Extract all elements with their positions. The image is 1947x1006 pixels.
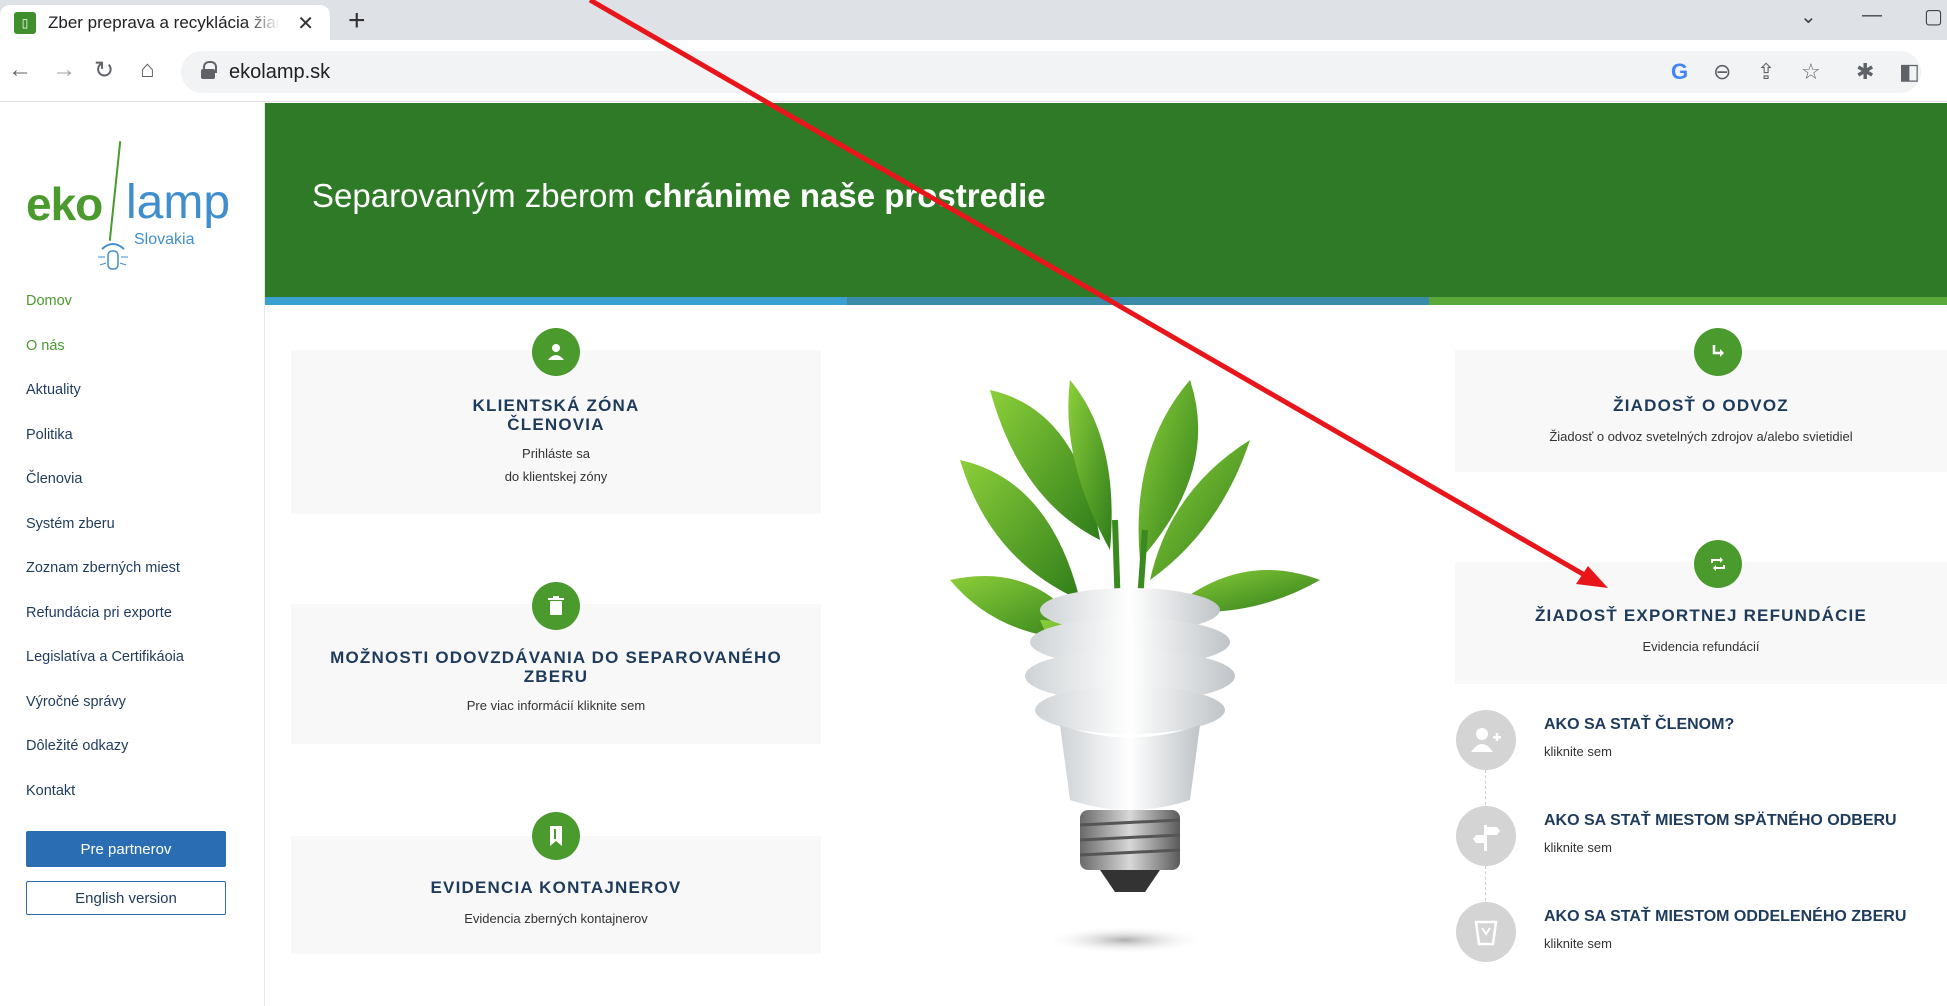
ekolamp-logo[interactable]: eko lamp Slovakia bbox=[26, 121, 236, 271]
browser-toolbar: ← → ↻ ⌂ ekolamp.sk G ⊖ ⇪ ☆ ✱ ◧ bbox=[0, 40, 1947, 102]
add-user-icon bbox=[1456, 710, 1516, 770]
step-return-link[interactable]: kliknite sem bbox=[1544, 840, 1612, 855]
tab-close-icon[interactable]: ✕ bbox=[297, 11, 314, 36]
containers-text: Evidencia zberných kontajnerov bbox=[464, 911, 648, 926]
zoom-icon[interactable]: ⊖ bbox=[1713, 59, 1731, 85]
maximize-icon[interactable]: ▢ bbox=[1924, 4, 1943, 29]
pickup-text: Žiadosť o odvoz svetelných zdrojov a/ale… bbox=[1549, 429, 1853, 444]
back-icon[interactable]: ← bbox=[8, 56, 32, 84]
separation-title-2: ZBERU bbox=[523, 667, 589, 686]
hero-headline: Separovaným zberom chránime naše prostre… bbox=[312, 177, 1046, 215]
tab-title: Zber preprava a recyklácia žiariv bbox=[48, 12, 280, 32]
menu-item-domov[interactable]: Domov bbox=[26, 293, 184, 338]
trash-icon[interactable] bbox=[532, 582, 580, 630]
user-icon[interactable] bbox=[532, 328, 580, 376]
hero-headline-bold: chránime naše prostredie bbox=[643, 177, 1046, 214]
hero-headline-normal: Separovaným zberom bbox=[312, 177, 644, 214]
url-text[interactable]: ekolamp.sk bbox=[229, 61, 330, 84]
minimize-icon[interactable]: — bbox=[1862, 4, 1882, 27]
menu-item-aktuality[interactable]: Aktuality bbox=[26, 382, 184, 427]
main-menu: Domov O nás Aktuality Politika Členovia … bbox=[26, 293, 184, 827]
logo-lamp-text: lamp bbox=[126, 176, 231, 229]
pickup-title: ŽIADOSŤ O ODVOZ bbox=[1613, 396, 1789, 415]
reload-icon[interactable]: ↻ bbox=[94, 56, 114, 85]
browser-tab[interactable]: ▯ Zber preprava a recyklácia žiariv ✕ bbox=[0, 5, 330, 40]
bin-icon bbox=[1456, 902, 1516, 962]
logo-eko-text: eko bbox=[26, 178, 103, 230]
refresh-icon[interactable] bbox=[1694, 540, 1742, 588]
step-return-title: AKO SA STAŤ MIESTOM SPÄTNÉHO ODBERU bbox=[1544, 812, 1897, 829]
step-member-link[interactable]: kliknite sem bbox=[1544, 744, 1612, 759]
menu-item-politika[interactable]: Politika bbox=[26, 427, 184, 472]
step-separate-collection[interactable]: AKO SA STAŤ MIESTOM ODDELENÉHO ZBERU kli… bbox=[1456, 902, 1926, 982]
browser-tab-bar: ▯ Zber preprava a recyklácia žiariv ✕ + … bbox=[0, 0, 1947, 40]
menu-item-clenovia[interactable]: Členovia bbox=[26, 471, 184, 516]
separation-title-1: MOŽNOSTI ODOVZDÁVANIA DO SEPAROVANÉHO bbox=[330, 648, 782, 667]
tab-search-chevron-icon[interactable]: ⌄ bbox=[1800, 4, 1817, 29]
google-icon[interactable]: G bbox=[1671, 59, 1688, 85]
client-zone-title-1: KLIENTSKÁ ZÓNA bbox=[472, 396, 640, 415]
menu-item-dolezite-odkazy[interactable]: Dôležité odkazy bbox=[26, 738, 184, 783]
separation-text: Pre viac informácií kliknite sem bbox=[466, 698, 646, 713]
english-version-button[interactable]: English version bbox=[26, 881, 226, 915]
menu-item-system-zberu[interactable]: Systém zberu bbox=[26, 516, 184, 561]
refund-text: Evidencia refundácií bbox=[1642, 639, 1760, 654]
containers-title: EVIDENCIA KONTAJNEROV bbox=[430, 878, 682, 897]
lock-icon[interactable] bbox=[201, 61, 217, 79]
refund-title: ŽIADOSŤ EXPORTNEJ REFUNDÁCIE bbox=[1534, 606, 1868, 625]
menu-item-legislativa[interactable]: Legislatíva a Certifikáoia bbox=[26, 649, 184, 694]
client-zone-title-2: ČLENOVIA bbox=[507, 415, 605, 434]
side-panel-icon[interactable]: ◧ bbox=[1899, 59, 1920, 85]
menu-item-zoznam-zbernych-miest[interactable]: Zoznam zberných miest bbox=[26, 560, 184, 605]
signpost-icon bbox=[1456, 806, 1516, 866]
hero-stripe-1 bbox=[265, 297, 847, 305]
step-separate-link[interactable]: kliknite sem bbox=[1544, 936, 1612, 951]
menu-item-vyrocne-spravy[interactable]: Výročné správy bbox=[26, 694, 184, 739]
share-icon[interactable]: ⇪ bbox=[1757, 59, 1775, 85]
site-favicon-icon: ▯ bbox=[14, 11, 36, 34]
step-separate-title: AKO SA STAŤ MIESTOM ODDELENÉHO ZBERU bbox=[1544, 908, 1907, 925]
step-return-point[interactable]: AKO SA STAŤ MIESTOM SPÄTNÉHO ODBERU klik… bbox=[1456, 806, 1926, 886]
home-icon[interactable]: ⌂ bbox=[140, 56, 155, 84]
step-member-title: AKO SA STAŤ ČLENOM? bbox=[1544, 716, 1735, 733]
client-zone-text-1: Prihláste sa bbox=[522, 446, 590, 461]
hero-stripe-3 bbox=[1429, 297, 1947, 305]
bookmark-star-icon[interactable]: ☆ bbox=[1801, 59, 1821, 85]
logo-bulb-icon bbox=[98, 243, 128, 270]
logo-stem bbox=[108, 141, 122, 241]
extensions-icon[interactable]: ✱ bbox=[1856, 59, 1874, 85]
menu-item-refundacia[interactable]: Refundácia pri exporte bbox=[26, 605, 184, 650]
client-zone-text-2: do klientskej zóny bbox=[504, 469, 608, 484]
forward-icon[interactable]: → bbox=[52, 56, 76, 84]
sidebar: eko lamp Slovakia Domov O nás Aktuality … bbox=[0, 103, 265, 1006]
menu-item-kontakt[interactable]: Kontakt bbox=[26, 783, 184, 828]
partners-button[interactable]: Pre partnerov bbox=[26, 831, 226, 867]
arrow-turn-icon[interactable] bbox=[1694, 328, 1742, 376]
hero-stripe-2 bbox=[847, 297, 1429, 305]
bookmark-icon[interactable] bbox=[532, 812, 580, 860]
step-become-member[interactable]: AKO SA STAŤ ČLENOM? kliknite sem bbox=[1456, 710, 1926, 790]
hero-banner: Separovaným zberom chránime naše prostre… bbox=[265, 103, 1947, 297]
plant-bulb-illustration bbox=[950, 380, 1320, 954]
menu-item-o-nas[interactable]: O nás bbox=[26, 338, 184, 383]
new-tab-icon[interactable]: + bbox=[348, 4, 366, 38]
logo-slovakia-text: Slovakia bbox=[134, 231, 195, 248]
address-bar[interactable]: ekolamp.sk G ⊖ ⇪ ☆ ✱ ◧ bbox=[181, 51, 1921, 93]
